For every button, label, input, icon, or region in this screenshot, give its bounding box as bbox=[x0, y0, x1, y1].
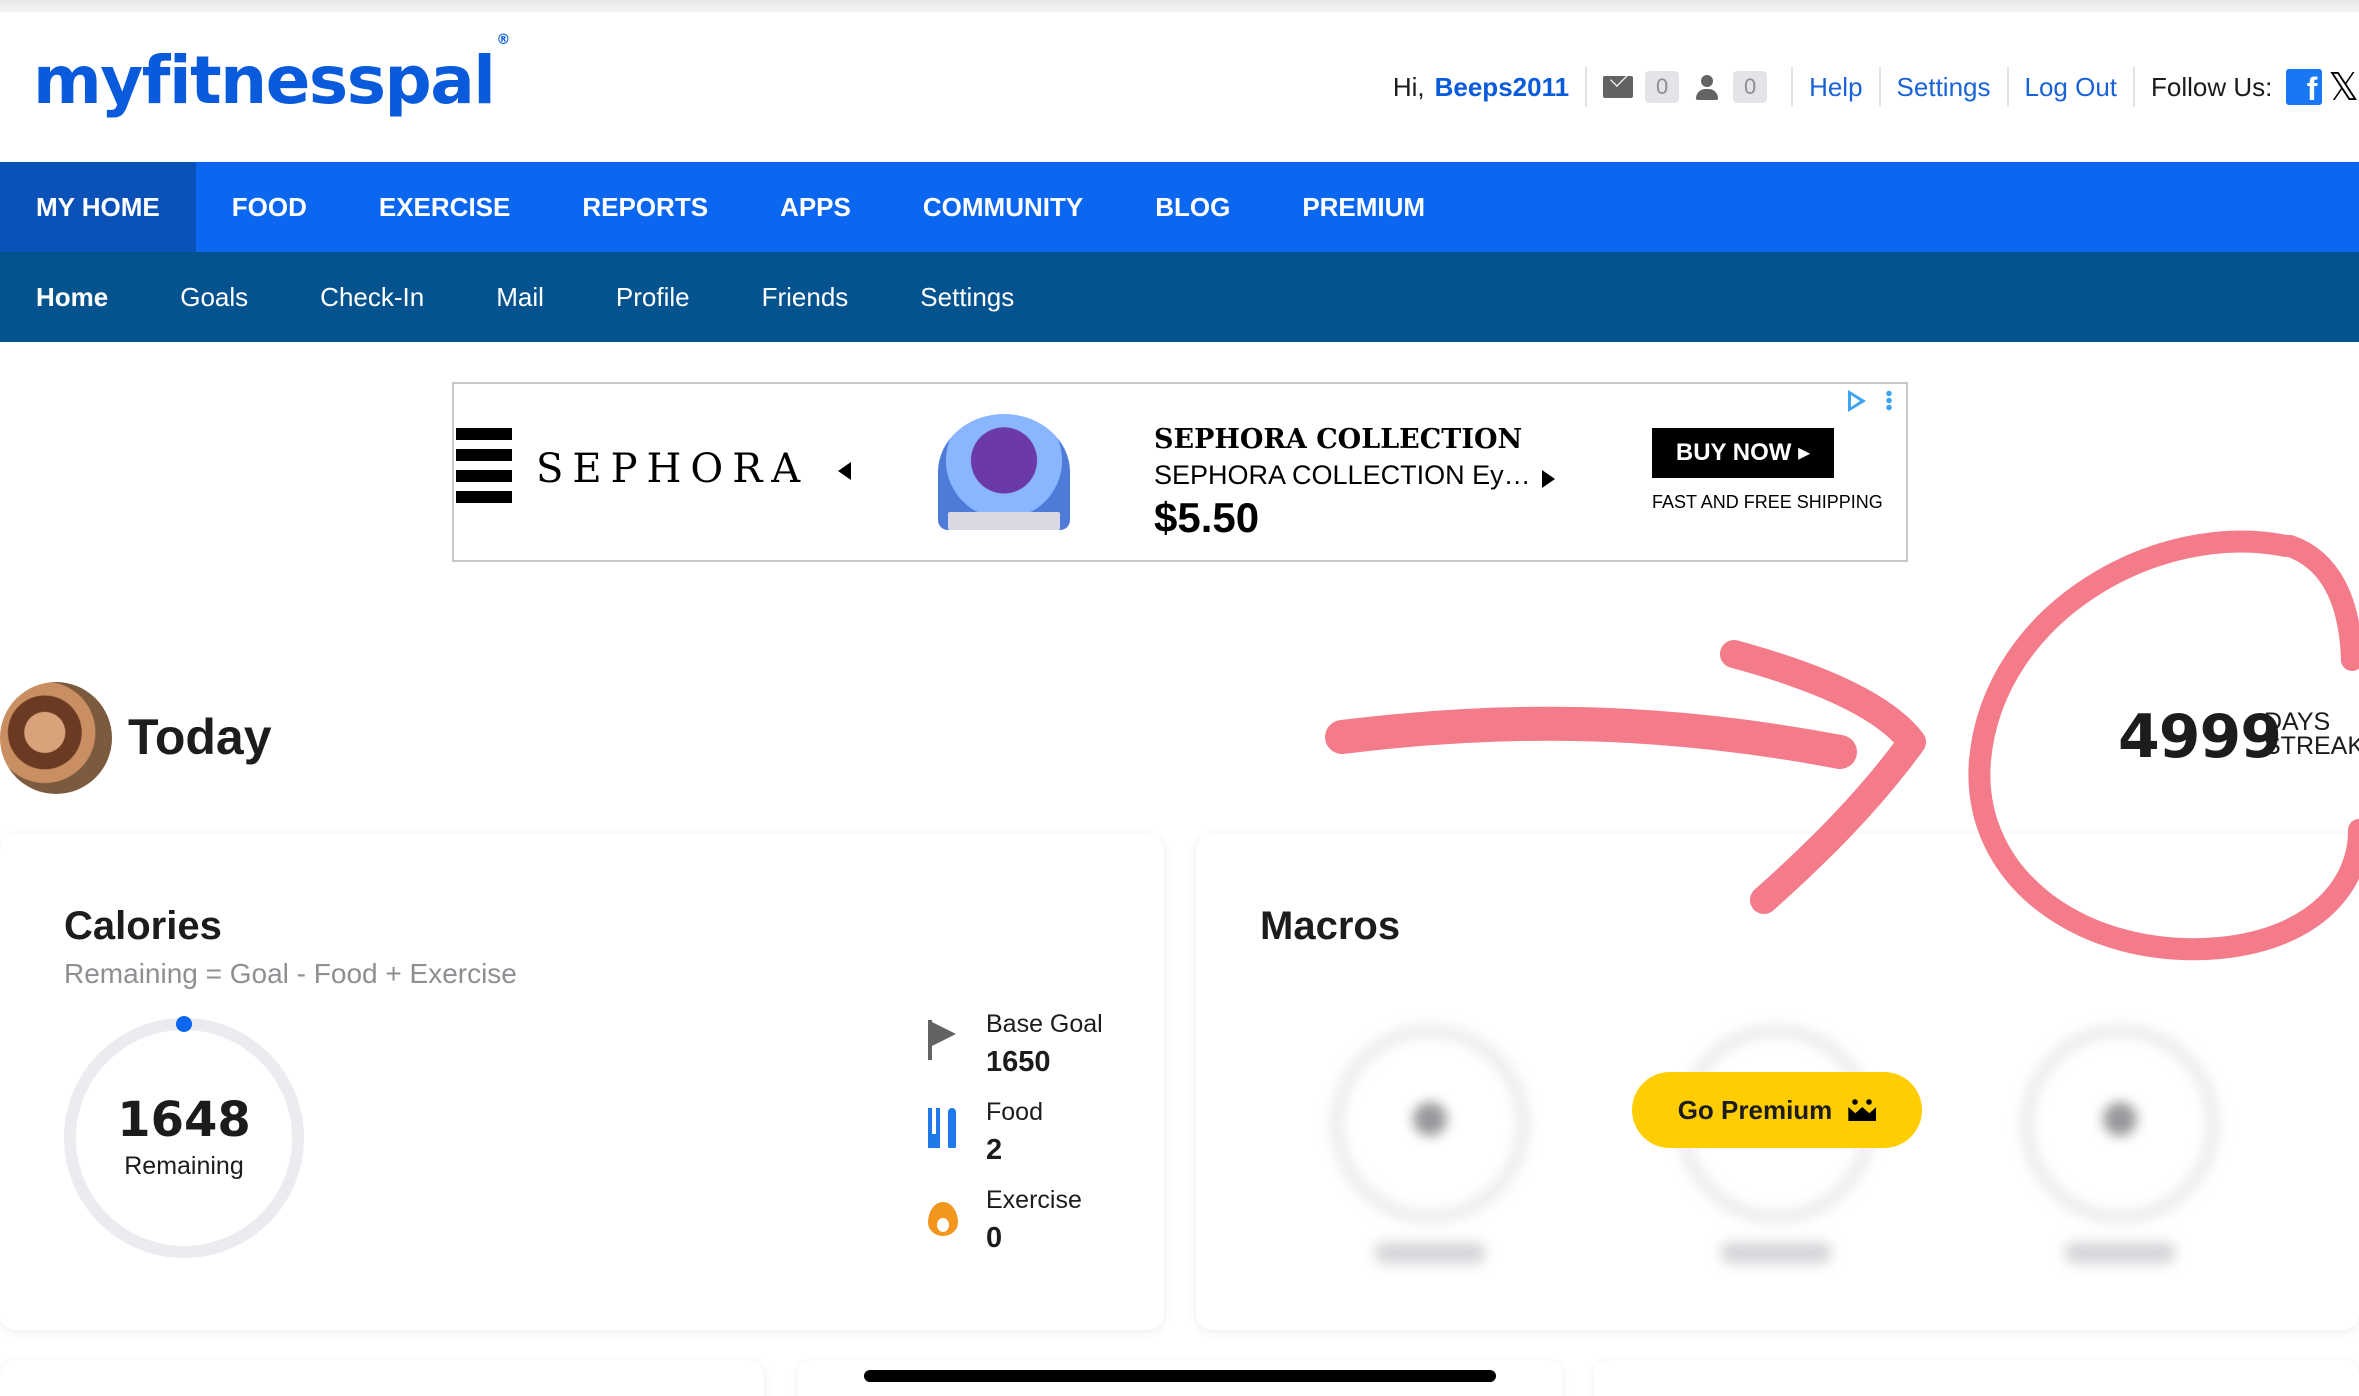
username-link[interactable]: Beeps2011 bbox=[1435, 72, 1569, 103]
protein-blurred-label bbox=[2020, 966, 2220, 992]
help-link[interactable]: Help bbox=[1809, 72, 1862, 103]
ad-next-arrow-icon[interactable] bbox=[1542, 470, 1555, 488]
crown-icon bbox=[1848, 1099, 1877, 1121]
ad-product-title: SEPHORA COLLECTION bbox=[1154, 424, 1523, 455]
main-nav-exercise[interactable]: EXERCISE bbox=[343, 162, 547, 252]
follow-us-label: Follow Us: bbox=[2151, 71, 2273, 102]
fat-blurred-goal bbox=[1721, 1242, 1831, 1264]
home-indicator bbox=[864, 1370, 1496, 1382]
ad-product-subtitle: SEPHORA COLLECTION Ey… bbox=[1154, 460, 1531, 490]
site-header: myfitnesspal® Hi, Beeps2011 0 0 Help Set… bbox=[0, 12, 2359, 162]
streak-count: 4999 bbox=[2118, 702, 2282, 772]
ad-brand: SEPHORA bbox=[536, 446, 810, 492]
ad-shipping-text: FAST AND FREE SHIPPING bbox=[1652, 492, 1883, 512]
calories-remaining-value: 1648 bbox=[117, 1092, 251, 1148]
avatar[interactable] bbox=[0, 682, 112, 794]
main-nav-community[interactable]: COMMUNITY bbox=[887, 162, 1119, 252]
main-nav-apps[interactable]: APPS bbox=[744, 162, 887, 252]
ad-more-options-icon[interactable] bbox=[1886, 390, 1892, 412]
ad-prev-arrow-icon[interactable] bbox=[838, 462, 851, 480]
main-nav-premium[interactable]: PREMIUM bbox=[1266, 162, 1461, 252]
flag-icon bbox=[924, 1020, 960, 1060]
sub-nav-friends[interactable]: Friends bbox=[726, 252, 885, 342]
food-value: 2 bbox=[986, 1134, 1003, 1166]
myfitnesspal-logo[interactable]: myfitnesspal® bbox=[33, 32, 510, 119]
base-goal-label: Base Goal bbox=[986, 1010, 1103, 1038]
main-nav-food[interactable]: FOOD bbox=[196, 162, 343, 252]
divider bbox=[1585, 67, 1588, 107]
ad-product-image[interactable] bbox=[938, 414, 1070, 530]
exercise-value: 0 bbox=[986, 1222, 1003, 1254]
sub-nav-home[interactable]: Home bbox=[0, 252, 144, 342]
streak-label: DAYS STREAK bbox=[2264, 708, 2359, 760]
sephora-ad-banner[interactable]: SEPHORA SEPHORA COLLECTION SEPHORA COLLE… bbox=[452, 382, 1908, 562]
today-heading: Today bbox=[128, 709, 272, 765]
facebook-icon[interactable]: f bbox=[2286, 69, 2323, 105]
fat-blurred-label bbox=[1576, 966, 1776, 992]
macros-title: Macros bbox=[1260, 904, 1401, 948]
logout-link[interactable]: Log Out bbox=[2025, 72, 2118, 103]
fire-icon bbox=[924, 1196, 960, 1236]
main-nav-reports[interactable]: REPORTS bbox=[546, 162, 744, 252]
divider bbox=[2133, 67, 2136, 107]
macros-card: Macros Go Premium bbox=[1196, 834, 2359, 1330]
friend-request-icon[interactable] bbox=[1693, 73, 1721, 101]
mail-count-badge: 0 bbox=[1645, 71, 1680, 103]
sub-nav-goals[interactable]: Goals bbox=[144, 252, 284, 342]
sub-nav-mail[interactable]: Mail bbox=[460, 252, 580, 342]
go-premium-button[interactable]: Go Premium bbox=[1632, 1072, 1922, 1148]
ad-buy-now-button[interactable]: BUY NOW ▸ bbox=[1652, 428, 1834, 478]
main-nav: MY HOME FOOD EXERCISE REPORTS APPS COMMU… bbox=[0, 162, 2359, 252]
user-nav: Hi, Beeps2011 0 0 Help Settings Log Out … bbox=[1393, 64, 2359, 110]
x-twitter-icon[interactable]: 𝕏 bbox=[2328, 65, 2359, 109]
exercise-label: Exercise bbox=[986, 1186, 1082, 1214]
food-label: Food bbox=[986, 1098, 1043, 1126]
carbohydrates-blurred-goal bbox=[1375, 1242, 1485, 1264]
main-nav-my-home[interactable]: MY HOME bbox=[0, 162, 196, 252]
fork-knife-icon bbox=[924, 1108, 960, 1148]
protein-blurred-value bbox=[2103, 1102, 2137, 1136]
sub-nav-check-in[interactable]: Check-In bbox=[284, 252, 460, 342]
sub-nav-settings[interactable]: Settings bbox=[884, 252, 1050, 342]
next-card-left bbox=[0, 1360, 764, 1396]
carbohydrates-blurred-value bbox=[1413, 1102, 1447, 1136]
calories-card: Calories Remaining = Goal - Food + Exerc… bbox=[0, 834, 1164, 1330]
settings-link[interactable]: Settings bbox=[1897, 72, 1991, 103]
next-card-right bbox=[1594, 1360, 2359, 1396]
main-nav-blog[interactable]: BLOG bbox=[1119, 162, 1266, 252]
sub-nav: Home Goals Check-In Mail Profile Friends… bbox=[0, 252, 2359, 342]
ad-price: $5.50 bbox=[1154, 494, 1260, 541]
calories-remaining-label: Remaining bbox=[124, 1152, 244, 1180]
divider bbox=[1878, 67, 1881, 107]
carbohydrates-blurred-label bbox=[1330, 966, 1530, 992]
sephora-logo-mark bbox=[456, 428, 512, 520]
calories-formula: Remaining = Goal - Food + Exercise bbox=[64, 958, 517, 989]
browser-top-edge bbox=[0, 0, 2359, 12]
adchoices-icon[interactable] bbox=[1848, 390, 1866, 412]
sub-nav-profile[interactable]: Profile bbox=[580, 252, 726, 342]
divider bbox=[1791, 67, 1794, 107]
protein-blurred-goal bbox=[2065, 1242, 2175, 1264]
greeting: Hi, bbox=[1392, 71, 1425, 102]
base-goal-value: 1650 bbox=[986, 1046, 1051, 1078]
mail-icon[interactable] bbox=[1603, 76, 1634, 98]
divider bbox=[2006, 67, 2009, 107]
calories-progress-dot bbox=[176, 1016, 192, 1032]
friend-request-count-badge: 0 bbox=[1733, 71, 1768, 103]
calories-title: Calories bbox=[64, 904, 222, 948]
